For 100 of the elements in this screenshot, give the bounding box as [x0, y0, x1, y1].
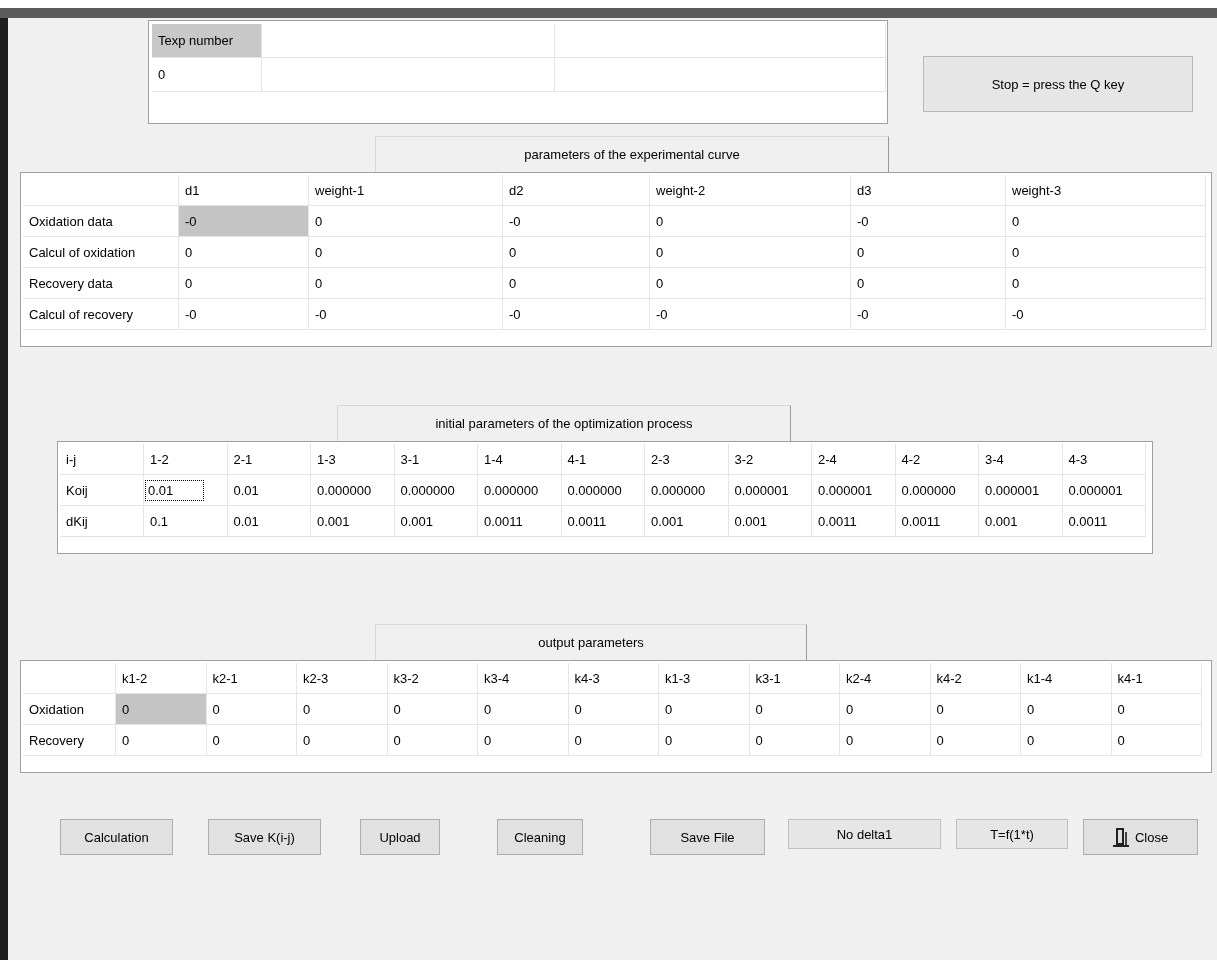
table-cell[interactable]: 0.000000	[311, 475, 395, 506]
column-header: i-j	[60, 444, 144, 475]
table-cell[interactable]: 0	[297, 694, 388, 725]
table-cell[interactable]: -0	[851, 299, 1006, 330]
table-cell[interactable]: 0	[116, 725, 207, 756]
table-cell[interactable]: 0.001	[645, 506, 729, 537]
table-cell[interactable]: 0.000001	[728, 475, 812, 506]
table-cell[interactable]: -0	[503, 206, 650, 237]
table-cell[interactable]: -0	[1006, 299, 1206, 330]
table-cell[interactable]: 0	[503, 268, 650, 299]
table-cell[interactable]: 0	[152, 58, 262, 92]
table-cell[interactable]: 0	[659, 725, 750, 756]
column-header: k4-1	[1111, 663, 1202, 694]
table-cell[interactable]: 0	[387, 725, 478, 756]
table-cell[interactable]: 0	[206, 725, 297, 756]
action-button[interactable]: Save File	[650, 819, 765, 855]
row-header: Calcul of recovery	[23, 299, 179, 330]
table-cell[interactable]: -0	[650, 299, 851, 330]
table-cell[interactable]: 0.01	[227, 475, 311, 506]
table-cell[interactable]: -0	[179, 206, 309, 237]
close-button[interactable]: Close	[1083, 819, 1198, 855]
table-cell[interactable]: 0	[650, 268, 851, 299]
table-cell[interactable]: -0	[851, 206, 1006, 237]
table-cell[interactable]: 0.0011	[561, 506, 645, 537]
table-cell[interactable]: 0.1	[144, 506, 228, 537]
table-cell[interactable]: 0.001	[979, 506, 1063, 537]
table-cell[interactable]: 0	[297, 725, 388, 756]
action-button[interactable]: No delta1	[788, 819, 941, 849]
table-cell[interactable]: 0.000000	[895, 475, 979, 506]
table-cell[interactable]: 0.001	[394, 506, 478, 537]
column-header: k1-4	[1021, 663, 1112, 694]
action-button[interactable]: T=f(1*t)	[956, 819, 1068, 849]
table-cell[interactable]: 0	[840, 725, 931, 756]
table-cell[interactable]: 0	[1111, 694, 1202, 725]
section-caption: output parameters	[375, 624, 807, 660]
table-cell[interactable]: 0	[650, 237, 851, 268]
row-header: Koij	[60, 475, 144, 506]
column-header: k3-2	[387, 663, 478, 694]
table-cell[interactable]: -0	[503, 299, 650, 330]
table-cell[interactable]: 0	[930, 725, 1021, 756]
table-cell[interactable]: 0.0011	[1062, 506, 1146, 537]
table-cell[interactable]: -0	[179, 299, 309, 330]
table-cell[interactable]: 0	[930, 694, 1021, 725]
table-cell[interactable]: 0	[1006, 237, 1206, 268]
table-cell[interactable]: 0.0011	[895, 506, 979, 537]
table-cell[interactable]: 0.000000	[645, 475, 729, 506]
column-header: k3-4	[478, 663, 569, 694]
table-cell[interactable]: 0	[309, 237, 503, 268]
column-header: k1-3	[659, 663, 750, 694]
column-header: k4-2	[930, 663, 1021, 694]
table-cell[interactable]: 0.01	[146, 480, 204, 500]
table-cell[interactable]: 0	[749, 725, 840, 756]
action-button[interactable]: Calculation	[60, 819, 173, 855]
table-cell[interactable]: 0.001	[728, 506, 812, 537]
row-header: Recovery	[23, 725, 116, 756]
table-cell[interactable]: -0	[309, 299, 503, 330]
table-cell[interactable]: 0	[116, 694, 207, 725]
table-cell[interactable]: 0	[650, 206, 851, 237]
column-header: 2-3	[645, 444, 729, 475]
table-cell[interactable]: 0	[659, 694, 750, 725]
column-header: weight-3	[1006, 175, 1206, 206]
column-header: weight-2	[650, 175, 851, 206]
action-button[interactable]: Save K(i-j)	[208, 819, 321, 855]
table-cell[interactable]: 0	[749, 694, 840, 725]
column-header: k4-3	[568, 663, 659, 694]
table-cell[interactable]: 0.01	[227, 506, 311, 537]
table-cell[interactable]: 0.000001	[812, 475, 896, 506]
table-cell[interactable]: 0	[851, 268, 1006, 299]
action-button[interactable]: Cleaning	[497, 819, 583, 855]
table-cell[interactable]: 0	[1021, 725, 1112, 756]
table-cell[interactable]: 0	[478, 725, 569, 756]
table-cell[interactable]: 0	[568, 694, 659, 725]
table-cell[interactable]: 0.000001	[979, 475, 1063, 506]
table-cell[interactable]: 0	[387, 694, 478, 725]
table-cell[interactable]: 0	[206, 694, 297, 725]
stop-button[interactable]: Stop = press the Q key	[923, 56, 1193, 112]
table-cell[interactable]: 0	[1021, 694, 1112, 725]
table-cell[interactable]: 0.000000	[561, 475, 645, 506]
table-cell[interactable]: 0	[179, 237, 309, 268]
table-cell[interactable]: 0.000000	[394, 475, 478, 506]
column-header: k2-3	[297, 663, 388, 694]
table-cell[interactable]: 0	[1111, 725, 1202, 756]
table-cell[interactable]: 0	[840, 694, 931, 725]
table-cell[interactable]: 0	[478, 694, 569, 725]
table-cell[interactable]: 0	[179, 268, 309, 299]
table-cell[interactable]: 0	[309, 268, 503, 299]
table-cell[interactable]: 0	[1006, 268, 1206, 299]
door-exit-icon	[1112, 826, 1129, 848]
table-cell[interactable]: 0	[851, 237, 1006, 268]
table-cell[interactable]: 0.0011	[812, 506, 896, 537]
table-cell[interactable]: 0.001	[311, 506, 395, 537]
column-header: 3-4	[979, 444, 1063, 475]
table-cell[interactable]: 0	[503, 237, 650, 268]
table-cell[interactable]: 0.0011	[478, 506, 562, 537]
table-cell[interactable]: 0	[568, 725, 659, 756]
action-button[interactable]: Upload	[360, 819, 440, 855]
table-cell[interactable]: 0.000001	[1062, 475, 1146, 506]
table-cell[interactable]: 0	[1006, 206, 1206, 237]
table-cell[interactable]: 0	[309, 206, 503, 237]
table-cell[interactable]: 0.000000	[478, 475, 562, 506]
